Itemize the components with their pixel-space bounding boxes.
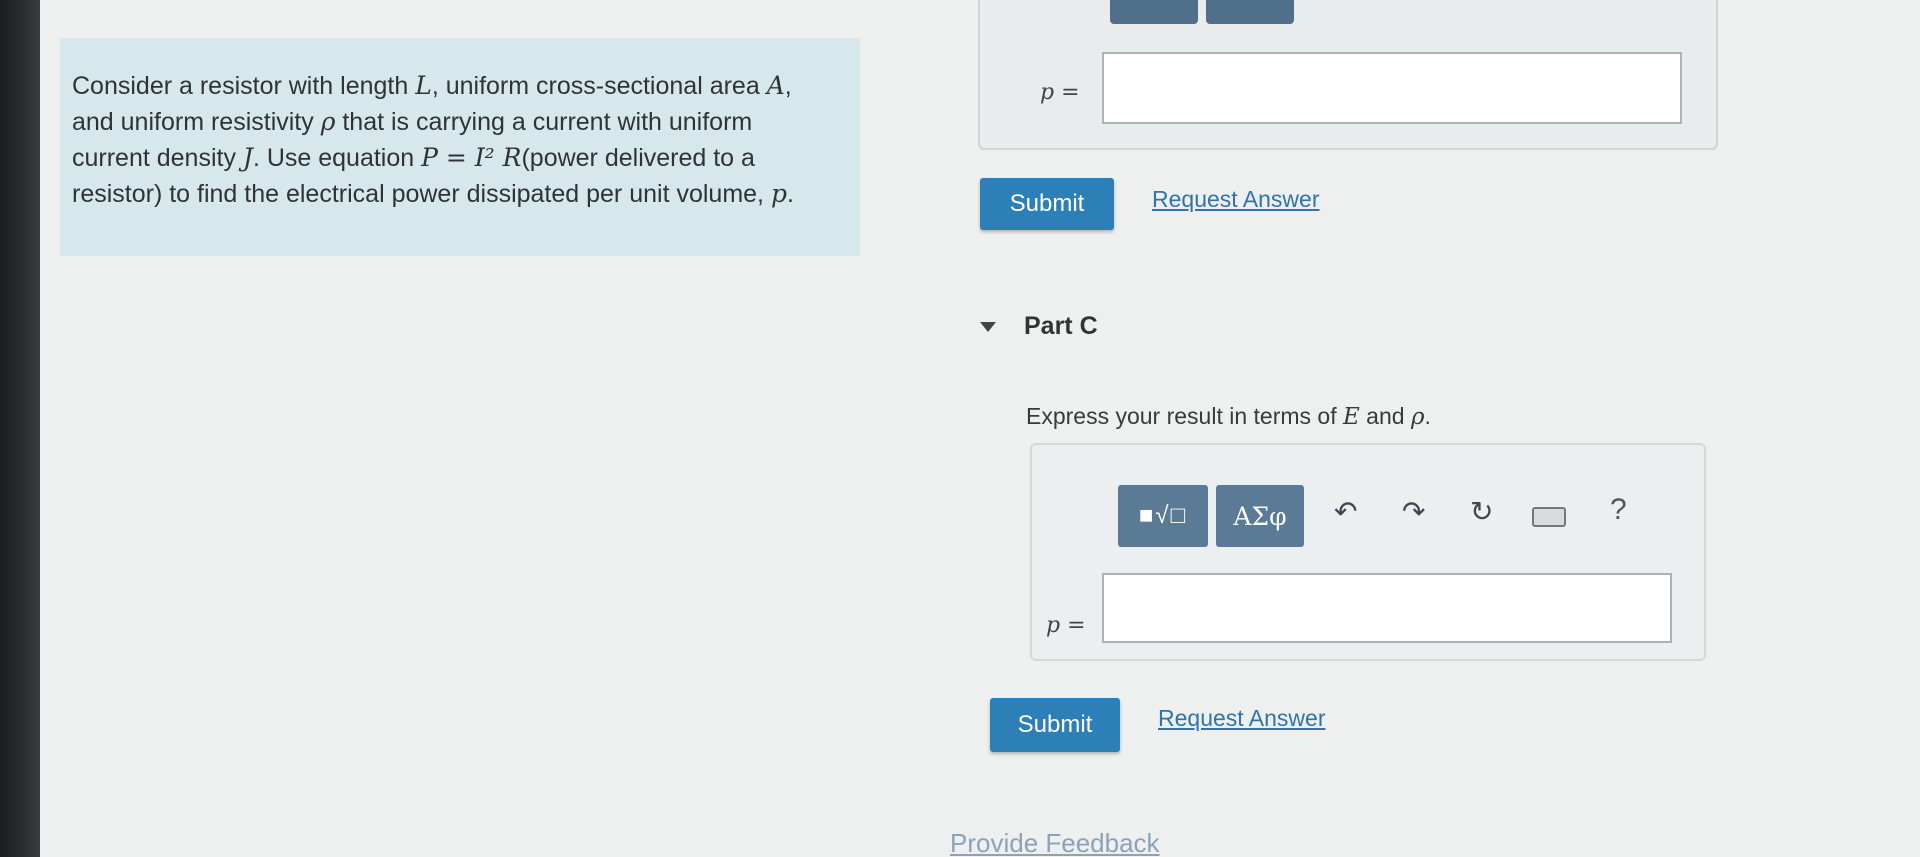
problem-text: Consider a resistor with length [72, 72, 416, 100]
templates-button[interactable]: ■√□ [1118, 485, 1208, 547]
part-c-header[interactable]: Part C [980, 312, 1098, 341]
part-b-answer-panel: p = [978, 0, 1718, 150]
greek-label: ΑΣφ [1233, 501, 1287, 531]
math-var-rho: ρ [1410, 404, 1425, 430]
collapse-triangle-icon [980, 321, 996, 332]
part-c-title: Part C [1024, 312, 1098, 340]
part-c-answer-panel: ■√□ ΑΣφ ↶ ↷ ↻ ? p = [1030, 443, 1706, 661]
math-var-a: A [766, 71, 785, 100]
part-c-instruction: Express your result in terms of E and ρ. [1026, 403, 1431, 430]
math-var-p: p [770, 179, 787, 208]
math-equation: P = I² R [421, 143, 522, 172]
page: Consider a resistor with length L, unifo… [40, 0, 1920, 857]
answer-label: p = [1040, 80, 1080, 105]
answer-label: p = [1046, 613, 1086, 638]
part-c-request-answer-link[interactable]: Request Answer [1158, 705, 1325, 732]
greek-symbols-button[interactable]: ΑΣφ [1216, 485, 1304, 547]
part-b-request-answer-link[interactable]: Request Answer [1152, 186, 1319, 213]
math-var-j: J [242, 143, 253, 172]
part-b-answer-input[interactable] [1102, 52, 1682, 124]
help-icon[interactable]: ? [1610, 493, 1627, 527]
problem-text: . [786, 180, 794, 208]
undo-icon[interactable]: ↶ [1334, 495, 1357, 528]
math-var-l: L [415, 71, 432, 100]
provide-feedback-link[interactable]: Provide Feedback [950, 828, 1160, 857]
templates-icon: ■√□ [1138, 502, 1188, 529]
greek-button[interactable] [1206, 0, 1294, 24]
math-var-rho: ρ [320, 107, 336, 136]
monitor-bezel [0, 0, 40, 857]
problem-text: , uniform cross-sectional area [431, 72, 767, 100]
part-c-submit-button[interactable]: Submit [990, 698, 1120, 752]
problem-statement: Consider a resistor with length L, unifo… [60, 38, 860, 256]
keyboard-icon[interactable] [1532, 507, 1566, 527]
redo-icon[interactable]: ↷ [1402, 495, 1425, 528]
problem-text: . Use equation [252, 144, 422, 172]
part-b-submit-button[interactable]: Submit [980, 178, 1114, 230]
templates-button[interactable] [1110, 0, 1198, 24]
reset-icon[interactable]: ↻ [1470, 495, 1493, 528]
math-var-e: E [1343, 404, 1360, 430]
part-c-answer-input[interactable] [1102, 573, 1672, 643]
